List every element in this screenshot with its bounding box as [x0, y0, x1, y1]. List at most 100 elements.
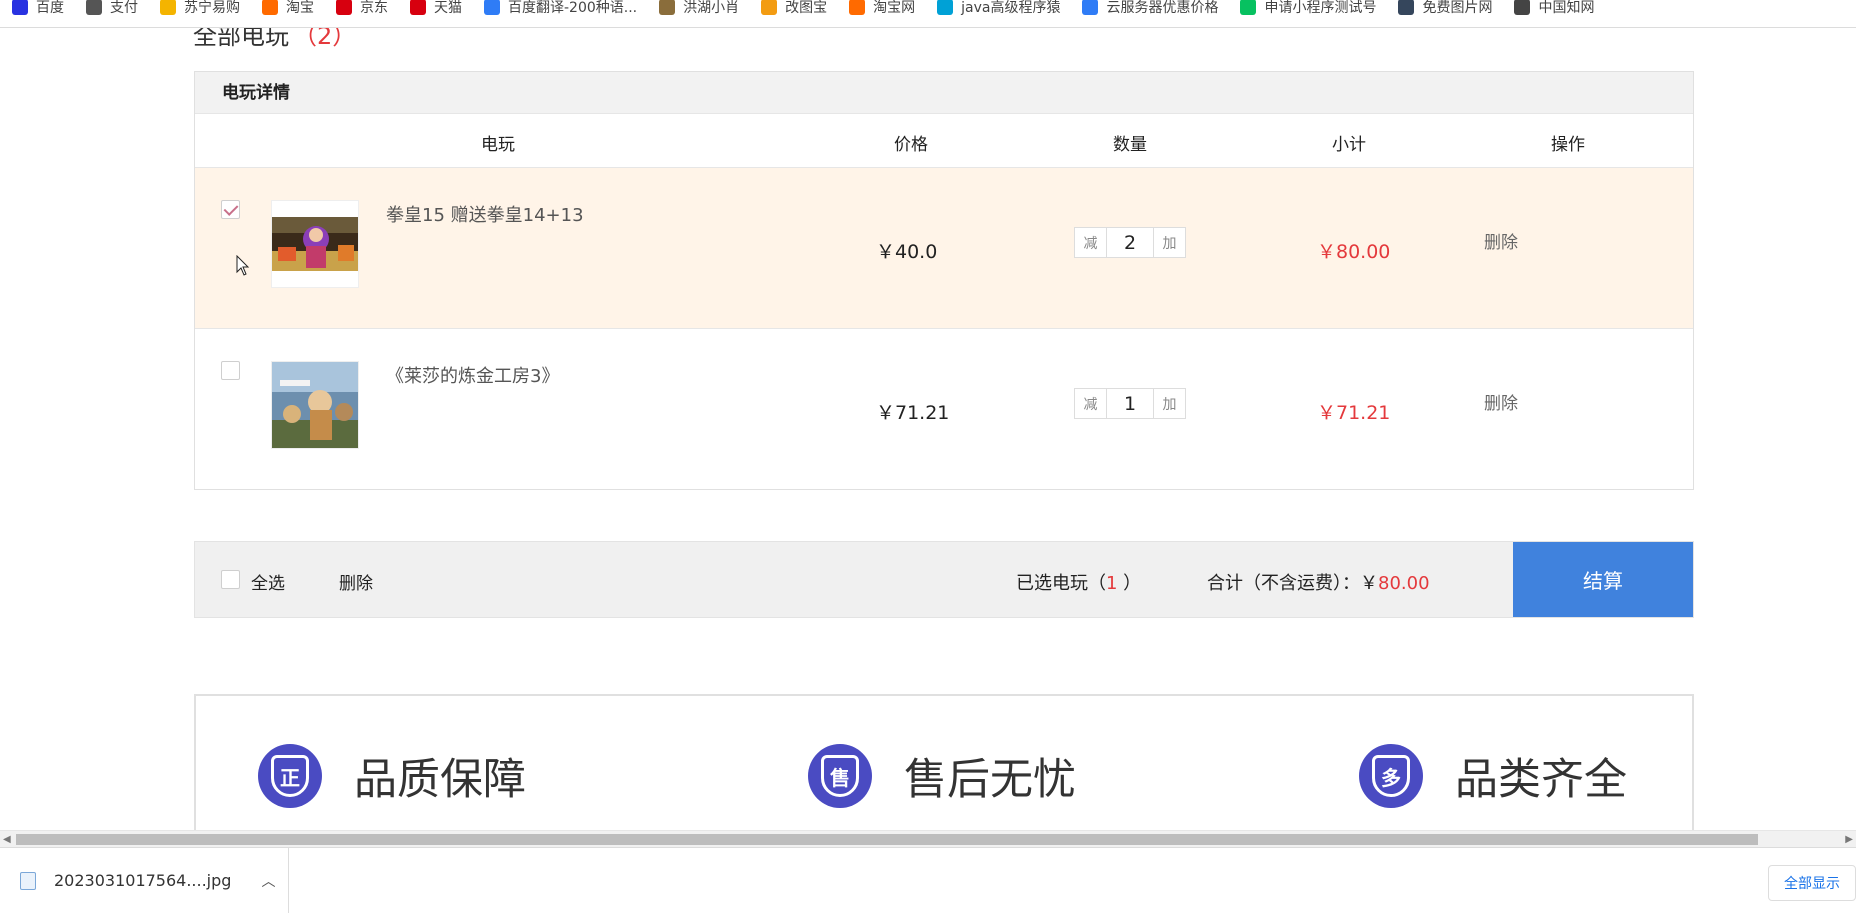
- page: 全部电玩 （2） 电玩详情 电玩 价格 数量 小计 操作 拳皇15 赠送拳皇14…: [0, 0, 1856, 830]
- bookmark-label: 支付: [110, 0, 138, 16]
- total-amount: 合计（不含运费）：￥80.00: [1207, 569, 1430, 595]
- bookmark-label: 中国知网: [1538, 0, 1595, 16]
- chevron-up-icon[interactable]: ︿: [261, 871, 275, 891]
- checkout-button[interactable]: 结算: [1513, 542, 1693, 617]
- cart-footer: 全选 删除 已选电玩（1 ） 合计（不含运费）：￥80.00 结算: [194, 541, 1694, 618]
- variety-shield-icon: 多: [1359, 744, 1423, 808]
- bookmark-label: 改图宝: [785, 0, 828, 16]
- selected-count: 已选电玩（1 ）: [1016, 569, 1141, 595]
- image-file-icon: [20, 871, 36, 890]
- aftersale-glyph: 售: [821, 755, 859, 797]
- column-headers: 电玩 价格 数量 小计 操作: [195, 114, 1693, 168]
- bird-icon: [659, 0, 676, 15]
- decrease-button[interactable]: 减: [1074, 227, 1107, 258]
- bookmark-item[interactable]: 支付: [86, 0, 138, 17]
- bilibili-icon: [937, 0, 954, 15]
- bookmark-item[interactable]: 申请小程序测试号: [1240, 0, 1376, 17]
- item-checkbox[interactable]: [221, 200, 240, 219]
- bookmark-item[interactable]: 免费图片网: [1398, 0, 1492, 17]
- selected-suffix: ）: [1117, 573, 1142, 594]
- game-name[interactable]: 《莱莎的炼金工房3》: [386, 362, 559, 388]
- bookmark-item[interactable]: 改图宝: [761, 0, 827, 17]
- cnki-icon: [1514, 0, 1531, 15]
- bookmark-label: 申请小程序测试号: [1264, 0, 1377, 16]
- bookmark-label: 洪湖小肖: [683, 0, 740, 16]
- scroll-left-icon[interactable]: ◀: [3, 834, 11, 845]
- download-filename[interactable]: 2023031017564....jpg: [54, 871, 231, 890]
- promise-label: 品质保障: [354, 755, 526, 805]
- subtotal: ￥80.00: [1317, 241, 1391, 263]
- taobao-icon: [849, 0, 866, 15]
- tumblr-icon: [1398, 0, 1415, 15]
- cart-header: 电玩详情: [195, 72, 1693, 114]
- selected-count-value: 1: [1106, 573, 1118, 594]
- taobao-icon: [262, 0, 278, 15]
- bookmark-label: 免费图片网: [1422, 0, 1493, 16]
- bookmark-item[interactable]: 苏宁易购: [160, 0, 240, 17]
- bookmark-label: java高级程序猿: [961, 0, 1061, 16]
- bookmark-item[interactable]: 云服务器优惠价格: [1082, 0, 1218, 17]
- delete-selected-link[interactable]: 删除: [339, 569, 373, 594]
- scroll-right-icon[interactable]: ▶: [1845, 834, 1853, 845]
- delete-item-link[interactable]: 删除: [1484, 389, 1518, 414]
- promise-variety: 多 品类齐全: [1359, 744, 1627, 808]
- cart-table: 电玩详情 电玩 价格 数量 小计 操作 拳皇15 赠送拳皇14+13 ￥40.0…: [194, 71, 1694, 490]
- quality-glyph: 正: [271, 755, 309, 797]
- subtotal: ￥71.21: [1317, 402, 1391, 424]
- promise-label: 品类齐全: [1455, 755, 1627, 805]
- column-action: 操作: [1551, 135, 1585, 155]
- globe-icon: [86, 0, 102, 15]
- selected-prefix: 已选电玩（: [1016, 573, 1106, 594]
- game-thumbnail: [271, 361, 359, 449]
- jd-icon: [336, 0, 352, 15]
- bookmark-label: 云服务器优惠价格: [1106, 0, 1219, 16]
- service-promises: 正 品质保障 售 售后无忧 多 品类齐全: [194, 694, 1694, 830]
- column-subtotal: 小计: [1332, 135, 1366, 155]
- increase-button[interactable]: 加: [1153, 388, 1186, 419]
- item-checkbox[interactable]: [221, 361, 240, 380]
- bookmark-label: 百度: [36, 0, 64, 16]
- bookmark-item[interactable]: 京东: [336, 0, 388, 17]
- bookmark-label: 淘宝: [286, 0, 314, 16]
- cloud-icon: [1082, 0, 1099, 15]
- column-price: 价格: [894, 135, 928, 155]
- bookmark-item[interactable]: java高级程序猿: [937, 0, 1060, 17]
- select-all-checkbox[interactable]: [221, 570, 240, 589]
- bookmark-item[interactable]: 淘宝: [262, 0, 314, 17]
- download-item[interactable]: 2023031017564....jpg ︿: [0, 848, 289, 913]
- total-currency: ￥: [1360, 573, 1378, 594]
- bookmark-label: 苏宁易购: [184, 0, 240, 16]
- aftersale-shield-icon: 售: [808, 744, 872, 808]
- delete-item-link[interactable]: 删除: [1484, 228, 1518, 253]
- quality-shield-icon: 正: [258, 744, 322, 808]
- quantity-stepper: 减 1 加: [1074, 388, 1186, 419]
- increase-button[interactable]: 加: [1153, 227, 1186, 258]
- cart-row: 《莱莎的炼金工房3》 ￥71.21 减 1 加 ￥71.21 删除: [195, 329, 1693, 490]
- bookmark-label: 淘宝网: [873, 0, 916, 16]
- scrollbar-thumb[interactable]: [16, 834, 1758, 845]
- decrease-button[interactable]: 减: [1074, 388, 1107, 419]
- variety-glyph: 多: [1372, 755, 1410, 797]
- horizontal-scrollbar[interactable]: ◀ ▶: [0, 830, 1856, 847]
- bookmark-item[interactable]: 百度: [12, 0, 64, 17]
- show-all-downloads-button[interactable]: 全部显示: [1768, 865, 1856, 901]
- bookmark-item[interactable]: 百度翻译-200种语...: [484, 0, 637, 17]
- cart-row: 拳皇15 赠送拳皇14+13 ￥40.0 减 2 加 ￥80.00 删除: [195, 168, 1693, 329]
- bookmark-item[interactable]: 中国知网: [1514, 0, 1594, 17]
- quantity-value[interactable]: 2: [1107, 227, 1153, 258]
- bookmark-item[interactable]: 天猫: [410, 0, 462, 17]
- game-name[interactable]: 拳皇15 赠送拳皇14+13: [386, 201, 584, 227]
- bookmark-label: 天猫: [434, 0, 462, 16]
- tmall-icon: [410, 0, 426, 15]
- column-qty: 数量: [1113, 135, 1147, 155]
- total-value: 80.00: [1378, 573, 1430, 594]
- column-game: 电玩: [481, 135, 515, 155]
- bookmark-item[interactable]: 淘宝网: [849, 0, 915, 17]
- select-all-label[interactable]: 全选: [251, 569, 285, 594]
- bookmark-label: 百度翻译-200种语...: [508, 0, 638, 16]
- bookmark-item[interactable]: 洪湖小肖: [659, 0, 739, 17]
- promise-quality: 正 品质保障: [258, 744, 526, 808]
- suning-icon: [160, 0, 176, 15]
- quantity-value[interactable]: 1: [1107, 388, 1153, 419]
- promise-aftersale: 售 售后无忧: [808, 744, 1076, 808]
